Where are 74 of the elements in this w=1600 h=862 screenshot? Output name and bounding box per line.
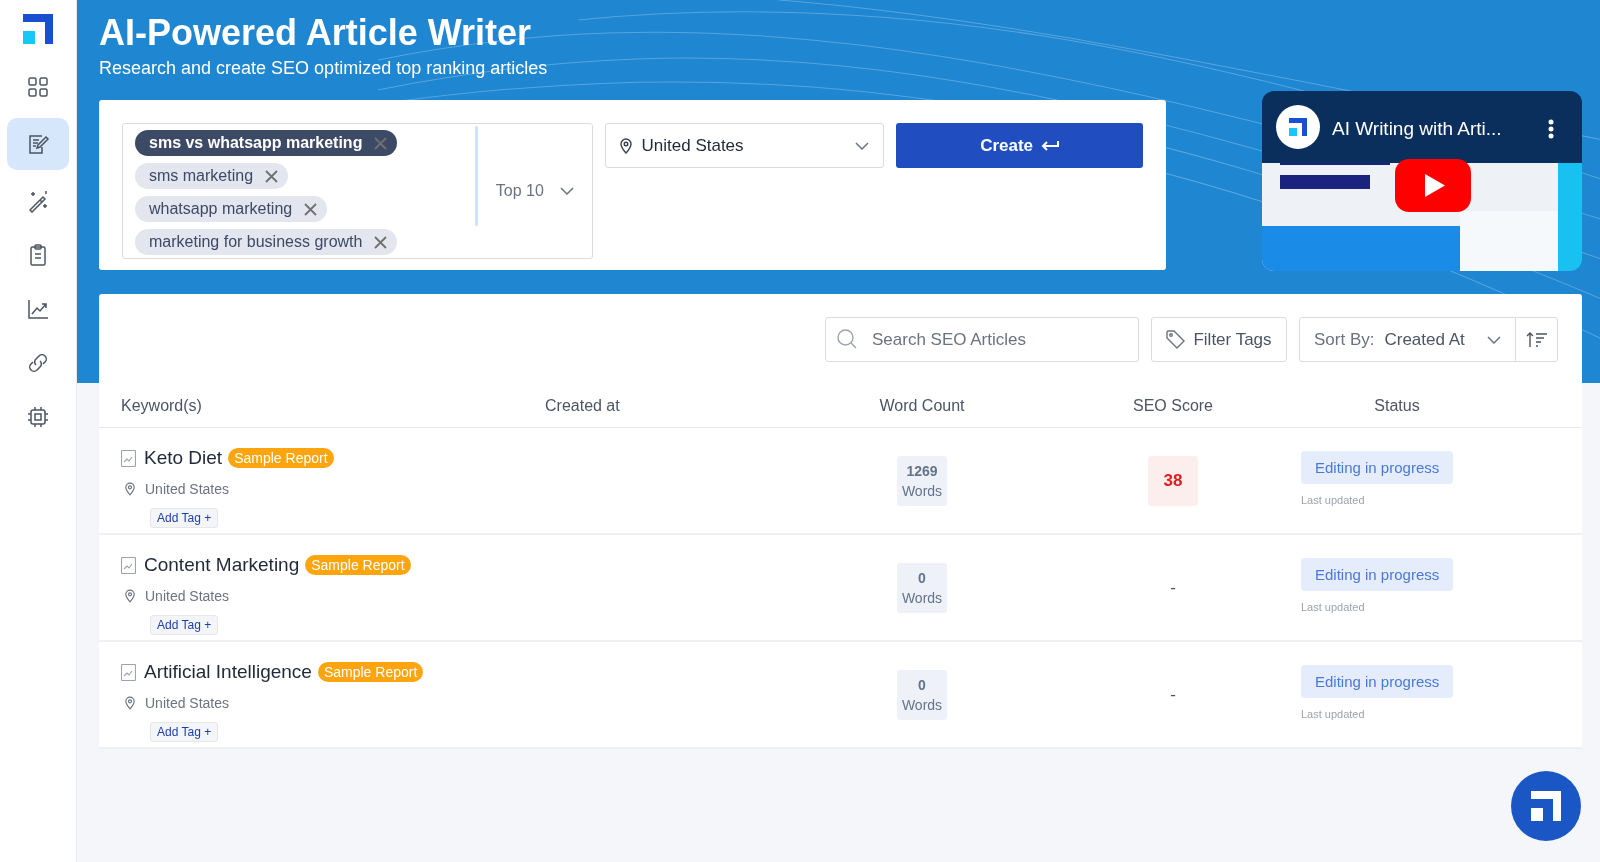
last-updated-text: Last updated — [1301, 600, 1366, 615]
column-header: Created at — [545, 396, 620, 414]
close-icon[interactable] — [374, 235, 388, 249]
search-field[interactable]: Search SEO Articles — [825, 317, 1139, 362]
keywords-field[interactable]: sms vs whatsapp marketing sms marketing whatsapp marketing marketing for business growth Top 10 — [122, 123, 593, 259]
chevron-icon — [1487, 335, 1501, 344]
word-count-box: 0 Words — [897, 669, 947, 720]
keyword-chip[interactable]: sms marketing — [135, 163, 289, 189]
keyword-chip[interactable]: whatsapp marketing — [135, 196, 328, 222]
sample-report-badge: Sample Report — [305, 555, 411, 576]
filter-tags-button[interactable]: Filter Tags — [1151, 317, 1287, 362]
enter-arrow-icon — [1041, 139, 1060, 152]
seo-score: - — [1170, 683, 1176, 706]
search-icon — [837, 329, 857, 349]
keyword-title[interactable]: Keto Diet — [144, 444, 223, 473]
column-header: Keyword(s) — [121, 396, 202, 414]
more-options-icon[interactable] — [1548, 119, 1554, 139]
report-icon — [121, 449, 136, 467]
sort-label: Sort By: — [1314, 328, 1375, 351]
add-tag-button[interactable]: Add Tag + — [150, 614, 219, 635]
sample-report-badge: Sample Report — [228, 448, 334, 469]
close-icon[interactable] — [304, 202, 318, 216]
magic-wand-icon — [26, 189, 50, 213]
create-button[interactable]: Create — [896, 123, 1143, 168]
app-logo[interactable] — [23, 14, 53, 44]
location-pin-icon — [125, 482, 135, 496]
report-icon — [121, 556, 136, 574]
word-count-box: 1269 Words — [897, 455, 947, 506]
status-pill: Editing in progress — [1301, 451, 1454, 484]
chip-icon — [26, 405, 50, 429]
video-embed[interactable]: AI Writing with Arti... — [1262, 91, 1582, 271]
add-tag-button[interactable]: Add Tag + — [150, 721, 219, 742]
page-title: AI-Powered Article Writer — [99, 12, 533, 54]
location-text: United States — [145, 479, 230, 499]
sort-value: Created At — [1384, 328, 1466, 351]
location-pin-icon — [125, 589, 135, 603]
location-dropdown[interactable]: United States — [604, 123, 885, 168]
link-icon — [26, 351, 50, 375]
close-icon[interactable] — [265, 169, 279, 183]
page-subtitle: Research and create SEO optimized top ranking articles — [99, 57, 549, 80]
keyword-title[interactable]: Artificial Intelligence — [144, 658, 312, 687]
column-header: Status — [1374, 396, 1420, 414]
keyword-chip[interactable]: sms vs whatsapp marketing — [135, 130, 398, 156]
line-chart-icon — [26, 297, 50, 321]
column-header: Word Count — [879, 396, 965, 414]
column-header: SEO Score — [1133, 396, 1213, 414]
keyword-title[interactable]: Content Marketing — [144, 551, 300, 580]
status-pill: Editing in progress — [1301, 558, 1454, 591]
seo-score: - — [1170, 576, 1176, 599]
report-icon — [121, 663, 136, 681]
last-updated-text: Last updated — [1301, 493, 1366, 508]
chevron-icon — [855, 141, 870, 150]
location-text: United States — [145, 693, 230, 713]
add-tag-button[interactable]: Add Tag + — [150, 507, 219, 528]
play-icon[interactable] — [1395, 159, 1471, 212]
word-count-box: 0 Words — [897, 562, 947, 613]
location-pin-icon — [619, 137, 632, 154]
app-logo-icon — [1531, 791, 1561, 821]
sort-ascending-icon — [1525, 331, 1548, 348]
tag-icon — [1166, 330, 1186, 349]
document-pen-icon — [26, 132, 50, 156]
channel-logo-icon[interactable] — [1276, 105, 1320, 149]
location-text: United States — [145, 586, 230, 606]
seo-score: 38 — [1148, 455, 1198, 506]
last-updated-text: Last updated — [1301, 707, 1366, 722]
grid-icon — [26, 75, 50, 99]
status-pill: Editing in progress — [1301, 665, 1454, 698]
sidebar-item[interactable] — [7, 118, 69, 170]
sample-report-badge: Sample Report — [317, 662, 424, 683]
location-pin-icon — [125, 696, 135, 710]
keyword-chip[interactable]: marketing for business growth — [135, 229, 398, 255]
results-dropdown[interactable]: Top 10 — [478, 124, 592, 258]
scrollbar[interactable] — [475, 126, 478, 226]
chevron-icon — [559, 187, 574, 195]
